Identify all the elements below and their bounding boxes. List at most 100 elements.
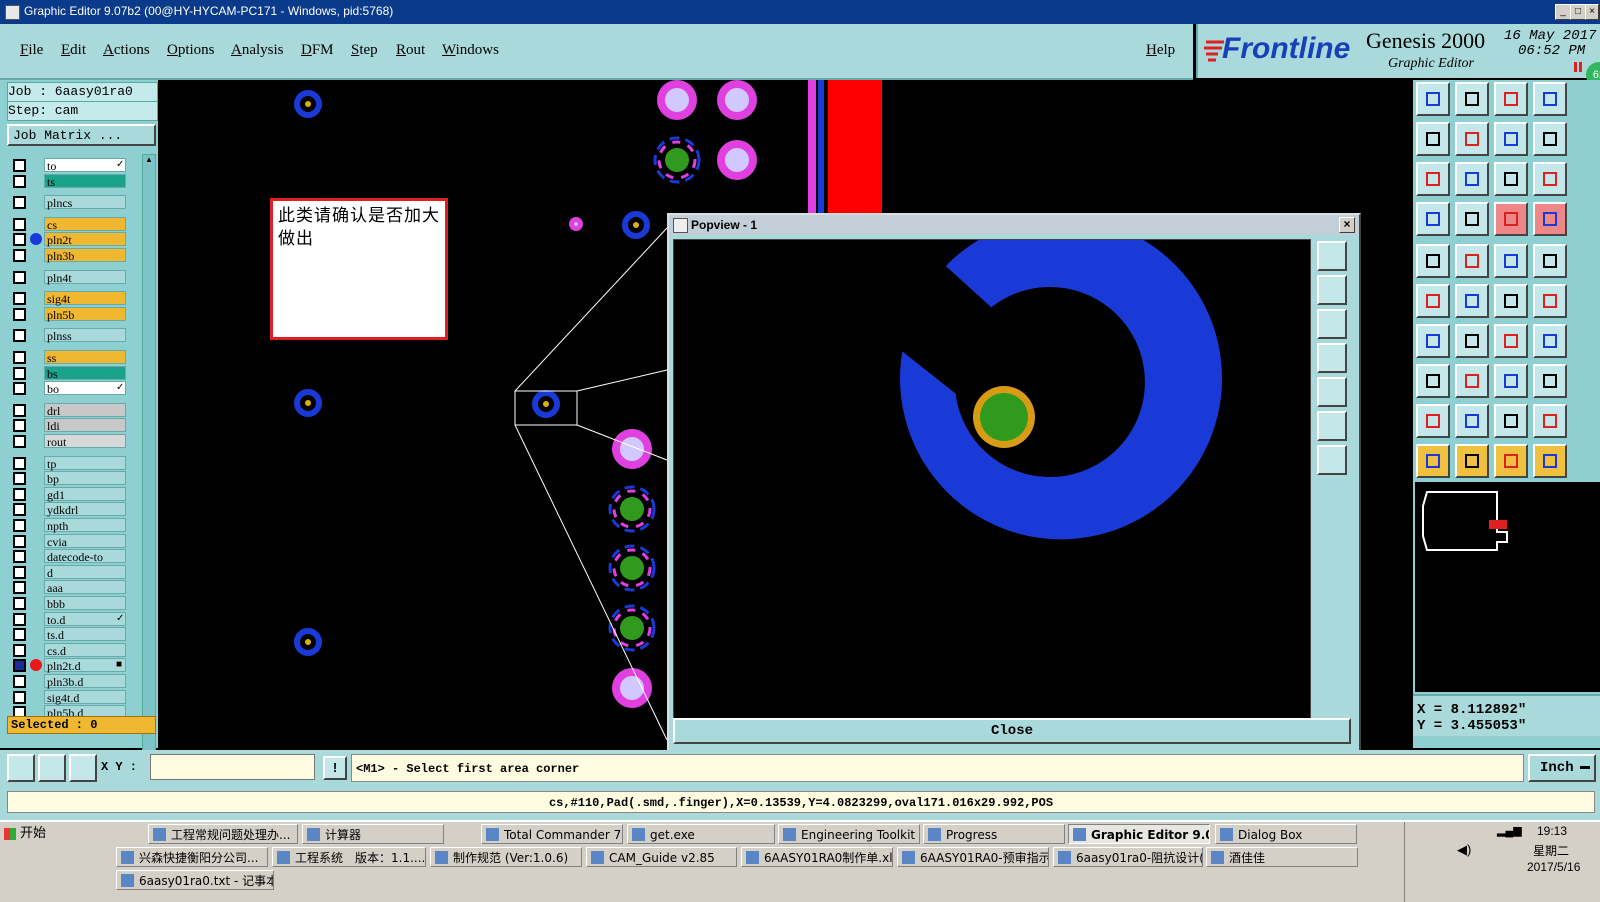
popview-canvas[interactable]	[673, 217, 1311, 726]
flip-icon[interactable]	[1533, 324, 1567, 358]
taskbar-button[interactable]: 6aasy01ra0.txt - 记事本	[116, 870, 274, 890]
taskbar-button[interactable]: 制作规范 (Ver:1.0.6)	[430, 847, 582, 867]
taskbar-button[interactable]: CAM_Guide v2.85	[586, 847, 737, 867]
layer-split-icon[interactable]	[1533, 202, 1567, 236]
zoom-in-icon[interactable]	[1416, 122, 1450, 156]
layer-name[interactable]: ts.d	[44, 627, 126, 642]
snap-icon[interactable]	[1416, 244, 1450, 278]
layer-checkbox[interactable]	[13, 382, 26, 396]
taskbar-button[interactable]: 工程系统 版本：1.1....	[272, 847, 426, 867]
layer-name[interactable]: ldi	[44, 418, 126, 433]
layer-row-plncs[interactable]: plncs	[10, 195, 128, 210]
layer-checkbox[interactable]	[13, 366, 26, 380]
select-net-icon[interactable]	[1533, 444, 1567, 478]
layer-row-npth[interactable]: npth	[10, 518, 128, 533]
layer-checkbox[interactable]	[13, 628, 26, 642]
taskbar-button[interactable]: 兴森快捷衡阳分公司...	[116, 847, 268, 867]
select-poly-icon[interactable]	[1494, 444, 1528, 478]
layer-name[interactable]: bp	[44, 471, 126, 486]
move-point-icon[interactable]	[1533, 284, 1567, 318]
layer-name[interactable]: bbb	[44, 596, 126, 611]
taskbar-button[interactable]: Total Commander 7.0 ...	[481, 824, 623, 844]
measure-a-icon[interactable]	[1416, 404, 1450, 438]
layer-name[interactable]: sig4t.d	[44, 689, 126, 705]
menu-analysis[interactable]: Analysis	[231, 42, 284, 59]
home-icon[interactable]	[1494, 82, 1528, 116]
scroll-up-icon[interactable]: ▲	[144, 155, 154, 167]
layer-checkbox[interactable]	[13, 292, 26, 306]
layer-name[interactable]: pln5b	[44, 306, 126, 322]
layer-row-ss[interactable]: ss	[10, 350, 128, 365]
layer-checkbox[interactable]	[13, 419, 26, 433]
layer-row-to[interactable]: to ✓	[10, 158, 128, 173]
layer-row-bp[interactable]: bp	[10, 471, 128, 486]
layer-checkbox[interactable]	[13, 196, 26, 210]
layer-row-sig4t[interactable]: sig4t	[10, 291, 128, 306]
layer-row-bbb[interactable]: bbb	[10, 596, 128, 611]
layer-row-cvia[interactable]: cvia	[10, 533, 128, 549]
taskbar-button[interactable]: 工程常规问题处理办...	[148, 824, 298, 844]
layer-row-tp[interactable]: tp	[10, 455, 128, 471]
popview-pan-up-icon[interactable]	[1317, 275, 1347, 305]
layer-checkbox[interactable]	[13, 643, 26, 657]
window-arrange-icon[interactable]	[1533, 122, 1567, 156]
layer-checkbox[interactable]	[13, 217, 26, 231]
layer-name[interactable]: ss	[44, 350, 126, 365]
menu-windows[interactable]: Windows	[442, 42, 499, 59]
volume-icon[interactable]: ◀)	[1457, 842, 1471, 858]
layer-name[interactable]: to	[44, 158, 126, 173]
layer-name[interactable]: bo	[44, 381, 126, 396]
measure-b-icon[interactable]	[1455, 404, 1489, 438]
menu-actions[interactable]: Actions	[103, 42, 150, 59]
layer-checkbox[interactable]	[13, 550, 26, 564]
resize-feature-icon[interactable]	[1494, 364, 1528, 398]
layer-checkbox[interactable]	[13, 174, 26, 188]
ruler-icon[interactable]	[1494, 244, 1528, 278]
layer-name[interactable]: cs.d	[44, 642, 126, 658]
help-icon[interactable]	[1533, 162, 1567, 196]
window-split-icon[interactable]	[1533, 82, 1567, 116]
layer-row-drl[interactable]: drl	[10, 402, 128, 418]
layer-row-ldi[interactable]: ldi	[10, 418, 128, 433]
layer-checkbox[interactable]	[13, 503, 26, 517]
layer-name[interactable]: ts	[44, 173, 126, 189]
layer-row-pln4t[interactable]: pln4t	[10, 269, 128, 285]
layer-checkbox[interactable]	[13, 456, 26, 470]
center-view-icon[interactable]	[1455, 162, 1489, 196]
taskbar-button[interactable]: 计算器	[302, 824, 444, 844]
menu-dfm[interactable]: DFM	[301, 42, 334, 59]
zoom-save-icon[interactable]	[1455, 82, 1489, 116]
layer-name[interactable]: d	[44, 564, 126, 580]
layer-row-pln2t-d[interactable]: pln2t.d ■	[10, 658, 128, 673]
measure-c-icon[interactable]	[1494, 404, 1528, 438]
layer-checkbox[interactable]	[13, 519, 26, 532]
rotate-icon[interactable]	[1494, 324, 1528, 358]
layer-name[interactable]: aaa	[44, 580, 126, 595]
taskbar-button[interactable]: Graphic Editor 9.07...	[1068, 824, 1210, 844]
layer-row-d[interactable]: d	[10, 564, 128, 580]
layer-row-plnss[interactable]: plnss	[10, 328, 128, 343]
popview-home-icon[interactable]	[1317, 445, 1347, 475]
layer-name[interactable]: plnss	[44, 328, 126, 343]
layer-checkbox[interactable]	[13, 690, 26, 704]
film-tool-icon[interactable]	[1416, 202, 1450, 236]
layer-name[interactable]: to.d	[44, 611, 126, 627]
minimize-icon[interactable]: _	[1555, 4, 1571, 20]
layer-name[interactable]: cs	[44, 216, 126, 232]
layer-row-to-d[interactable]: to.d ✓	[10, 611, 128, 627]
select-box-icon[interactable]	[1455, 444, 1489, 478]
layer-name[interactable]: cvia	[44, 533, 126, 549]
layer-checkbox[interactable]	[13, 581, 26, 595]
layer-name[interactable]: gd1	[44, 486, 126, 502]
layer-name[interactable]: pln2t.d	[44, 658, 126, 673]
measure-icon[interactable]	[38, 754, 66, 782]
start-button[interactable]: 开始	[2, 824, 52, 844]
layer-checkbox[interactable]	[13, 472, 26, 486]
layer-checkbox[interactable]	[13, 534, 26, 548]
layer-row-cs[interactable]: cs	[10, 216, 128, 232]
layer-name[interactable]: npth	[44, 518, 126, 533]
layer-checkbox[interactable]	[13, 597, 26, 610]
layer-name[interactable]: pln3b	[44, 248, 126, 263]
taskbar-button[interactable]: 6aasy01ra0-阻抗设计(...	[1053, 847, 1203, 867]
overview-map[interactable]	[1415, 482, 1600, 692]
